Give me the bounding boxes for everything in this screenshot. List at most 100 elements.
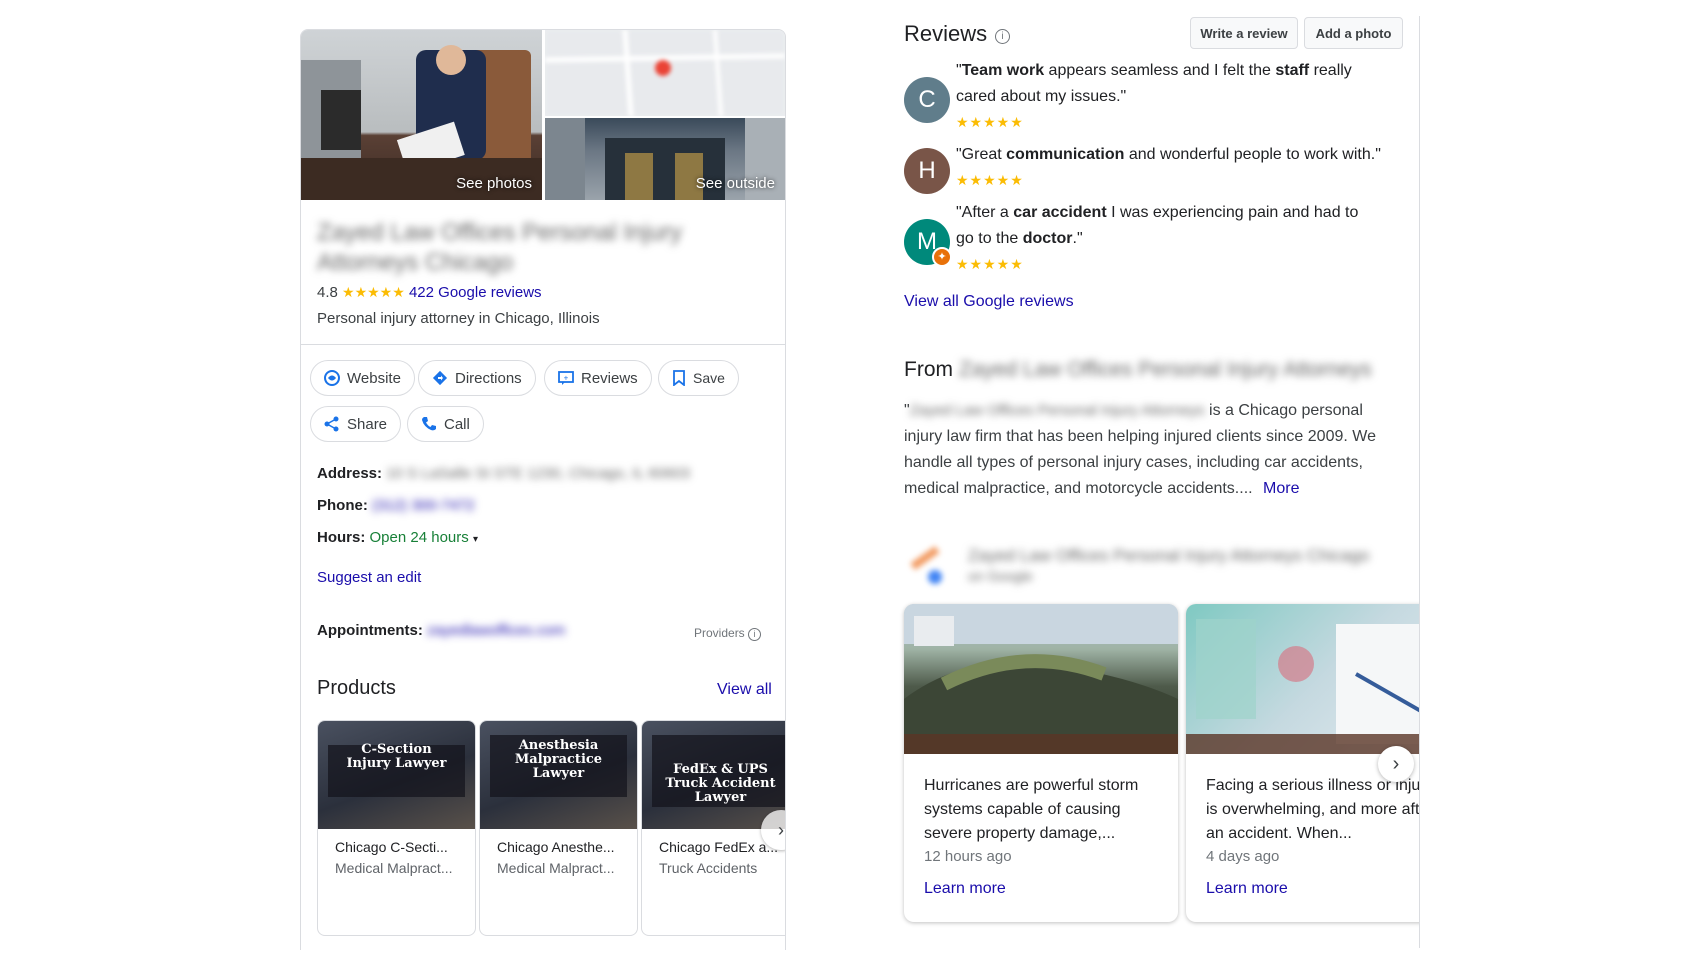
reviewer-avatar[interactable]: M ✦ xyxy=(904,219,952,267)
directions-icon xyxy=(432,370,448,386)
svg-text:+: + xyxy=(564,374,569,383)
view-all-reviews-link[interactable]: View all Google reviews xyxy=(904,293,1074,311)
product-card[interactable]: Anesthesia Malpractice Lawyer Chicago An… xyxy=(479,720,638,936)
write-review-button[interactable]: Write a review xyxy=(1190,17,1298,49)
post-text: Facing a serious illness or injury is ov… xyxy=(1206,777,1419,842)
appointments-label: Appointments: xyxy=(317,622,423,639)
review-keyword: doctor xyxy=(1022,230,1073,247)
business-panel: See photos See outside Zayed Law Offices… xyxy=(300,29,786,950)
post-time: 12 hours ago xyxy=(924,848,1012,865)
hours-label: Hours: xyxy=(317,529,366,546)
review-text: ." xyxy=(1072,230,1083,247)
product-name: Chicago FedEx a... xyxy=(659,839,779,855)
learn-more-link[interactable]: Learn more xyxy=(1206,880,1288,898)
product-image-title: FedEx & UPS Truck Accident Lawyer xyxy=(665,762,776,805)
save-button[interactable]: Save xyxy=(658,360,739,396)
reviewer-avatar[interactable]: H xyxy=(904,148,950,194)
phone-value[interactable]: (312) 300-7472 xyxy=(372,497,475,514)
see-outside-label: See outside xyxy=(695,175,775,192)
caret-down-icon[interactable]: ▾ xyxy=(473,534,478,545)
reviews-count-link[interactable]: 422 Google reviews xyxy=(409,284,542,301)
directions-button[interactable]: Directions xyxy=(418,360,536,396)
phone-icon xyxy=(422,417,436,431)
phone-row: Phone: (312) 300-7472 xyxy=(317,497,475,514)
appointments-row: Appointments: zayedlawoffices.com xyxy=(317,622,565,639)
product-image-title: Anesthesia Malpractice Lawyer xyxy=(514,738,603,781)
from-label: From xyxy=(904,358,953,381)
directions-label: Directions xyxy=(455,369,522,387)
posts-author-name: Zayed Law Offices Personal Injury Attorn… xyxy=(968,546,1370,565)
view-all-products-link[interactable]: View all xyxy=(717,681,772,699)
post-time: 4 days ago xyxy=(1206,848,1280,865)
products-title: Products xyxy=(317,677,396,699)
review-keyword: car accident xyxy=(1013,204,1107,221)
review-stars: ★★★★★ xyxy=(956,172,1024,188)
suggest-edit-link[interactable]: Suggest an edit xyxy=(317,569,421,586)
address-label: Address: xyxy=(317,465,383,482)
address-value[interactable]: 10 S LaSalle St STE 1230, Chicago, IL 60… xyxy=(386,465,690,482)
local-guide-badge-icon: ✦ xyxy=(932,247,952,267)
review-snippet: "After a car accident I was experiencing… xyxy=(956,200,1376,252)
review-keyword: communication xyxy=(1006,146,1125,163)
share-label: Share xyxy=(347,415,388,433)
divider xyxy=(301,344,785,345)
product-image: FedEx & UPS Truck Accident Lawyer xyxy=(642,721,785,829)
reviews-button[interactable]: + Reviews xyxy=(544,360,652,396)
address-row: Address: 10 S LaSalle St STE 1230, Chica… xyxy=(317,465,690,482)
product-name: Chicago Anesthe... xyxy=(497,839,615,855)
medical-image xyxy=(1186,604,1419,754)
photos-tile[interactable]: See photos xyxy=(301,30,542,200)
business-description: "Zayed Law Offices Personal Injury Attor… xyxy=(904,398,1404,502)
review-keyword: Team work xyxy=(961,62,1045,79)
learn-more-link[interactable]: Learn more xyxy=(924,880,1006,898)
map-image xyxy=(545,30,785,116)
posts-source: on Google xyxy=(968,568,1033,584)
avatar-initial: H xyxy=(918,157,936,184)
review-text: and wonderful people to work with." xyxy=(1124,146,1381,163)
post-card[interactable]: Hurricanes are powerful storm systems ca… xyxy=(904,604,1178,922)
see-photos-label: See photos xyxy=(456,175,532,192)
providers-text: Providers xyxy=(694,626,745,640)
more-link[interactable]: More xyxy=(1263,480,1299,497)
outside-tile[interactable]: See outside xyxy=(545,118,785,200)
info-icon[interactable]: i xyxy=(995,29,1010,44)
providers-label[interactable]: Providers i xyxy=(694,626,762,641)
reviewer-avatar[interactable]: C xyxy=(904,77,950,123)
product-image: C-Section Injury Lawyer xyxy=(318,721,475,829)
bookmark-icon xyxy=(673,370,685,386)
business-name: Zayed Law Offices Personal Injury Attorn… xyxy=(317,219,683,276)
reviews-label: Reviews xyxy=(581,369,638,387)
review-text: appears seamless and I felt the xyxy=(1044,62,1276,79)
review-text: "After a xyxy=(956,204,1014,221)
call-label: Call xyxy=(444,415,470,433)
posts-author-logo xyxy=(906,544,946,584)
add-photo-button[interactable]: Add a photo xyxy=(1304,17,1403,49)
share-button[interactable]: Share xyxy=(310,406,402,442)
next-arrow-icon[interactable]: › xyxy=(1378,746,1414,782)
post-text: Hurricanes are powerful storm systems ca… xyxy=(924,777,1139,842)
phone-label: Phone: xyxy=(317,497,368,514)
right-panel-border xyxy=(1419,16,1420,948)
hours-row: Hours: Open 24 hours ▾ xyxy=(317,529,478,546)
rating-row: 4.8 ★★★★★ 422 Google reviews xyxy=(317,284,542,301)
product-category: Medical Malpract... xyxy=(335,860,453,876)
product-card[interactable]: C-Section Injury Lawyer Chicago C-Secti.… xyxy=(317,720,476,936)
review-snippet: "Team work appears seamless and I felt t… xyxy=(956,58,1376,110)
hours-value[interactable]: Open 24 hours xyxy=(370,529,469,546)
map-thumbnail[interactable] xyxy=(545,30,785,116)
review-text: "Great xyxy=(956,146,1007,163)
info-icon: i xyxy=(748,628,762,641)
product-image-title: C-Section Injury Lawyer xyxy=(346,742,447,771)
website-label: Website xyxy=(347,369,401,387)
review-stars: ★★★★★ xyxy=(956,114,1024,130)
save-label: Save xyxy=(693,370,725,386)
globe-icon xyxy=(324,370,340,386)
appointments-value[interactable]: zayedlawoffices.com xyxy=(427,622,565,639)
call-button[interactable]: Call xyxy=(407,406,484,442)
from-heading: From Zayed Law Offices Personal Injury A… xyxy=(904,358,1372,382)
storm-damage-image xyxy=(904,604,1178,754)
avatar-initial: C xyxy=(918,86,936,113)
description-prefix: " xyxy=(904,402,910,419)
product-image: Anesthesia Malpractice Lawyer xyxy=(480,721,637,829)
website-button[interactable]: Website xyxy=(310,360,415,396)
